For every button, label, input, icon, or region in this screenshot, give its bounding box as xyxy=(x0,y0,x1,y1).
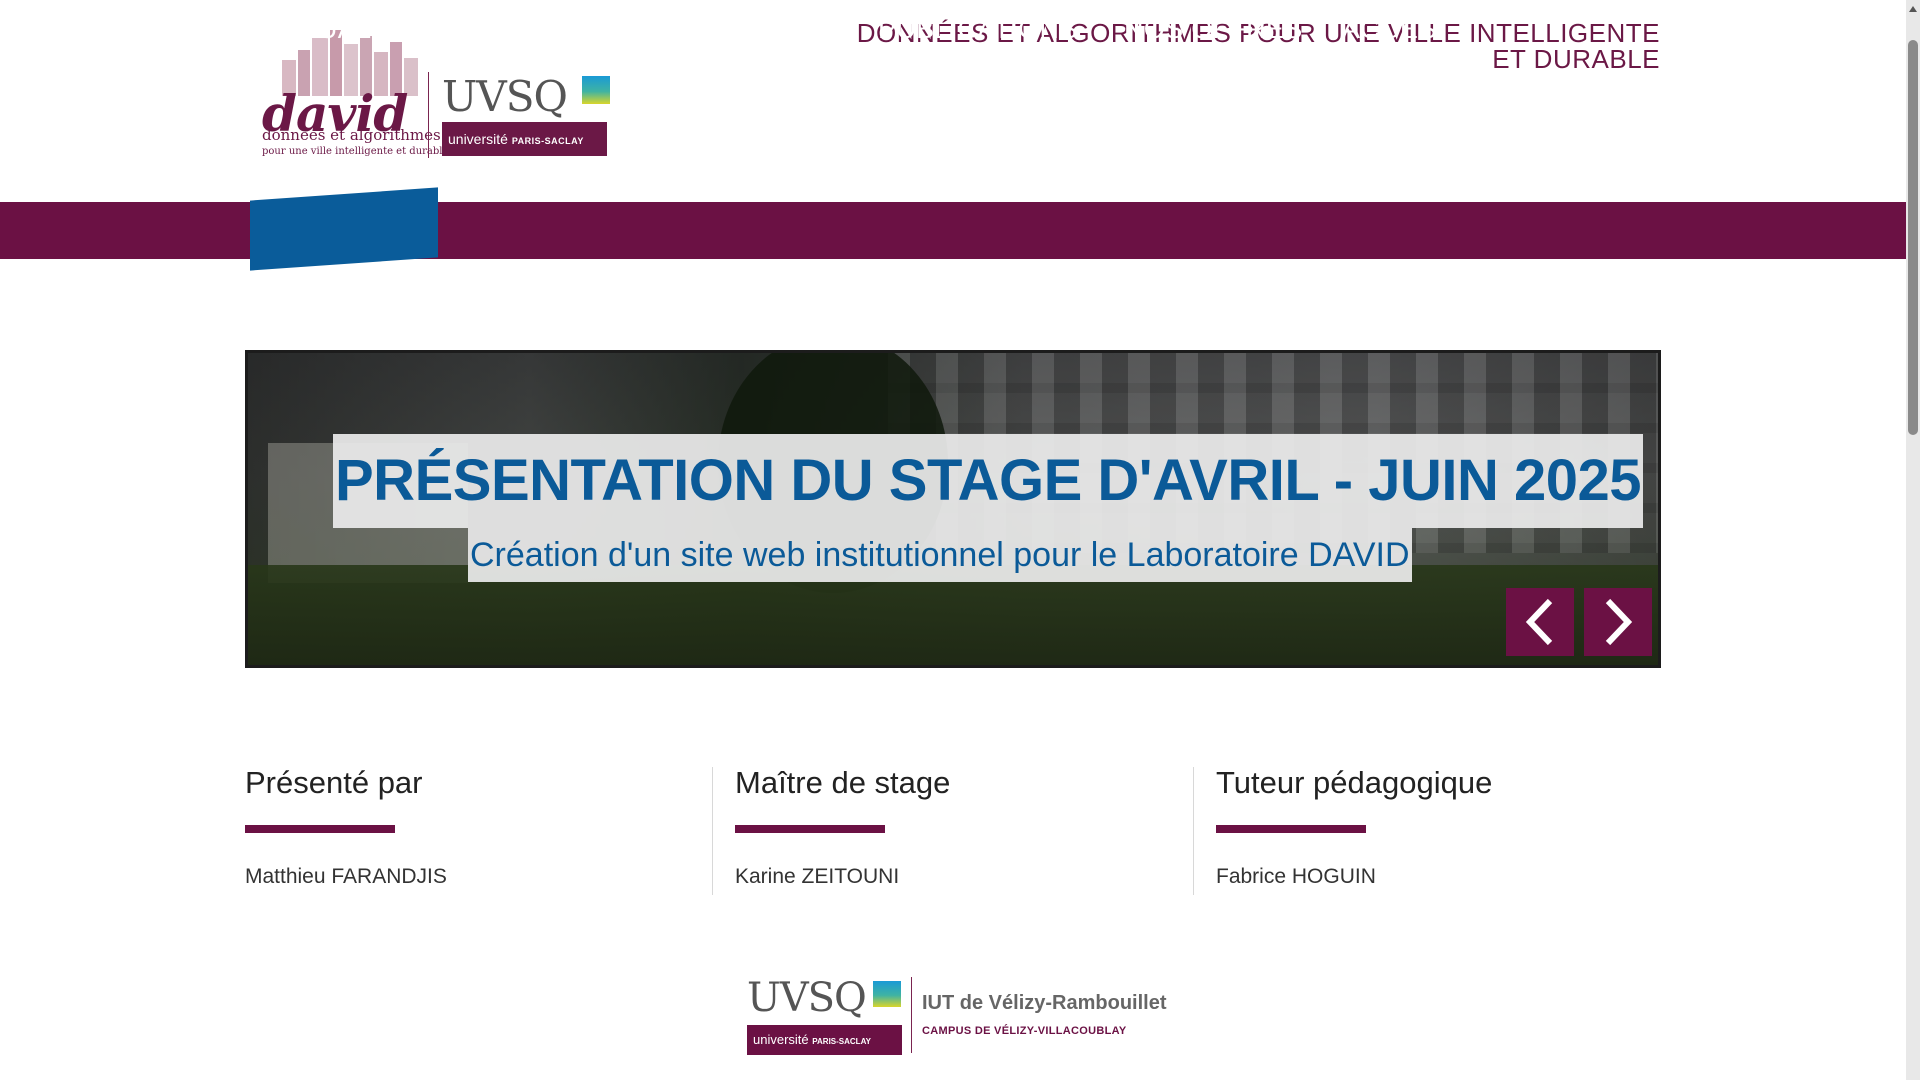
info-column-title: Tuteur pédagogique xyxy=(1216,765,1493,800)
footer-uvsq-sun-icon xyxy=(873,981,901,1007)
column-divider xyxy=(712,767,713,895)
logo-divider xyxy=(428,72,429,158)
uvsq-wordmark: UVSQ xyxy=(442,72,568,121)
info-column-name: Karine ZEITOUNI xyxy=(735,865,900,888)
footer-iut-name: IUT de Vélizy-Rambouillet xyxy=(922,992,1167,1014)
info-column-underline xyxy=(735,825,885,833)
scrollbar-thumb[interactable] xyxy=(1908,40,1918,435)
nav-item-laboratoire[interactable]: LABORATOIRE xyxy=(474,0,667,57)
scroll-up-icon[interactable] xyxy=(1909,6,1917,12)
info-column-underline xyxy=(1216,825,1366,833)
footer-uvsq-badge: université PARIS-SACLAY xyxy=(747,1025,902,1055)
footer-uvsq-wordmark: UVSQ xyxy=(747,975,867,1021)
footer-badge-small: PARIS-SACLAY xyxy=(812,1037,871,1046)
info-column-name: Matthieu FARANDJIS xyxy=(245,865,447,888)
info-column-name: Fabrice HOGUIN xyxy=(1216,865,1376,888)
info-column-title: Maître de stage xyxy=(735,765,951,800)
nav-item-publications[interactable]: PUBLICATIONS xyxy=(878,0,1078,57)
footer-iut-logo[interactable]: UVSQ université PARIS-SACLAY IUT de Véli… xyxy=(745,975,1167,1055)
nav-active-highlight xyxy=(250,187,438,271)
david-tagline: données et algorithmes xyxy=(262,126,441,144)
info-column-tutor: Tuteur pédagogique Fabrice HOGUIN xyxy=(1216,765,1492,895)
uvsq-badge-main: université xyxy=(448,131,508,147)
info-column-title: Présenté par xyxy=(245,765,423,800)
info-column-supervisor: Maître de stage Karine ZEITOUNI xyxy=(735,765,950,895)
vertical-scrollbar[interactable] xyxy=(1906,0,1920,1080)
footer-campus-name: CAMPUS DE VÉLIZY-VILLACOUBLAY xyxy=(922,1025,1127,1037)
nav-item-actualites[interactable]: ACTUALITÉS xyxy=(263,0,433,57)
chevron-left-icon xyxy=(1525,598,1553,646)
hero-title: PRÉSENTATION DU STAGE D'AVRIL - JUIN 202… xyxy=(333,434,1644,528)
footer-badge-main: université xyxy=(753,1032,809,1047)
nav-item-nos-offres[interactable]: NOS OFFRES xyxy=(1124,0,1303,57)
hero-slider: PRÉSENTATION DU STAGE D'AVRIL - JUIN 202… xyxy=(245,350,1661,668)
nav-item-acces[interactable]: ACCÈS xyxy=(1342,0,1437,57)
nav-item-equipes[interactable]: EQUIPES xyxy=(713,0,835,57)
slider-prev-button[interactable] xyxy=(1506,588,1574,656)
david-tagline-small: pour une ville intelligente et durable xyxy=(262,146,449,157)
chevron-right-icon xyxy=(1605,598,1633,646)
column-divider xyxy=(1193,767,1194,895)
uvsq-badge-small: PARIS-SACLAY xyxy=(511,136,584,146)
uvsq-badge: université PARIS-SACLAY xyxy=(442,122,607,156)
slider-next-button[interactable] xyxy=(1584,588,1652,656)
hero-subtitle: Création d'un site web institutionnel po… xyxy=(468,528,1412,582)
info-column-underline xyxy=(245,825,395,833)
uvsq-sun-icon xyxy=(582,76,610,104)
uvsq-logo[interactable]: UVSQ université PARIS-SACLAY xyxy=(442,72,612,158)
info-column-presenter: Présenté par Matthieu FARANDJIS xyxy=(245,765,447,895)
footer-logo-divider xyxy=(911,977,912,1053)
